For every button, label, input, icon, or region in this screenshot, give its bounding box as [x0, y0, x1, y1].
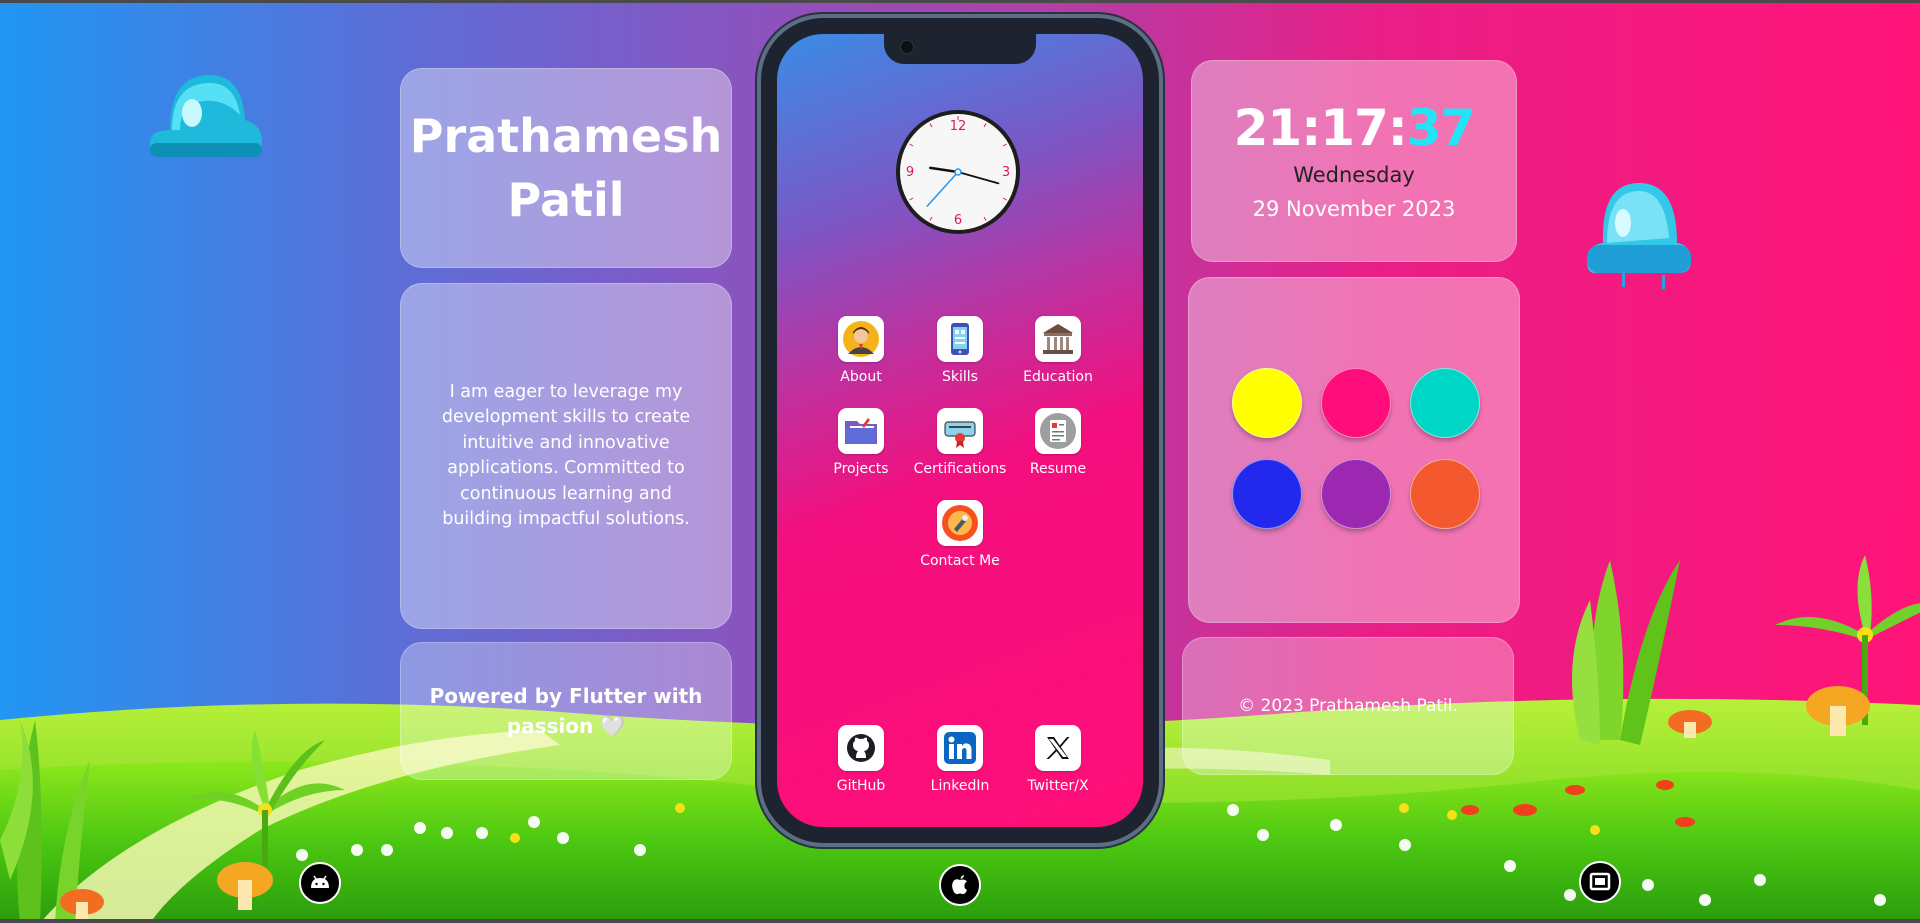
name-last: Patil — [507, 173, 625, 227]
bio-card: I am eager to leverage my development sk… — [400, 283, 732, 629]
app-skills[interactable]: Skills — [910, 316, 1010, 385]
name-card: Prathamesh Patil — [400, 68, 732, 268]
powered-by-card: Powered by Flutter with passion 🤍 — [400, 642, 732, 780]
phone-notch — [884, 34, 1036, 64]
analog-clock: 12 3 6 9 — [896, 110, 1020, 234]
dock-label: Twitter/X — [1027, 778, 1089, 794]
phone-screen: 12 3 6 9 About Skills Education Projects… — [777, 34, 1143, 827]
bottom-border — [0, 919, 1920, 923]
folder-icon — [838, 408, 884, 454]
digital-time: 21:17:37 — [1192, 99, 1516, 157]
color-swatch-teal[interactable] — [1410, 368, 1480, 438]
app-label: Skills — [942, 369, 978, 385]
app-resume[interactable]: Resume — [1008, 408, 1108, 477]
phone-frame: 12 3 6 9 About Skills Education Projects… — [761, 18, 1159, 843]
dock-github[interactable]: GitHub — [811, 725, 911, 794]
github-icon — [838, 725, 884, 771]
clock-numeral-9: 9 — [906, 165, 914, 180]
app-label: Resume — [1029, 461, 1087, 477]
dock-twitter-x[interactable]: Twitter/X — [1008, 725, 1108, 794]
color-swatch-yellow[interactable] — [1232, 368, 1302, 438]
name-first: Prathamesh — [409, 109, 723, 163]
app-label: Certifications — [913, 461, 1007, 477]
certificate-icon — [937, 408, 983, 454]
color-swatch-purple[interactable] — [1321, 459, 1391, 529]
user-avatar-icon — [838, 316, 884, 362]
app-projects[interactable]: Projects — [811, 408, 911, 477]
color-swatch-orange[interactable] — [1410, 459, 1480, 529]
resume-icon — [1035, 408, 1081, 454]
theme-color-picker — [1188, 277, 1520, 623]
apple-icon[interactable] — [939, 864, 981, 906]
app-label: Projects — [833, 461, 889, 477]
linkedin-icon — [937, 725, 983, 771]
app-about[interactable]: About — [811, 316, 911, 385]
phone-skills-icon — [937, 316, 983, 362]
clock-numeral-12: 12 — [950, 119, 967, 134]
bio-text: I am eager to leverage my development sk… — [441, 381, 691, 530]
camera-icon — [900, 40, 914, 54]
date-text: 29 November 2023 — [1252, 197, 1456, 221]
institution-icon — [1035, 316, 1081, 362]
time-card: 21:17:37 Wednesday 29 November 2023 — [1191, 60, 1517, 262]
color-swatch-pink[interactable] — [1321, 368, 1391, 438]
dock-label: GitHub — [836, 778, 886, 794]
clock-numeral-6: 6 — [954, 213, 962, 228]
dock-linkedin[interactable]: LinkedIn — [910, 725, 1010, 794]
time-seconds: 37 — [1406, 99, 1476, 157]
color-swatch-blue[interactable] — [1232, 459, 1302, 529]
day-name: Wednesday — [1293, 163, 1415, 187]
x-icon — [1035, 725, 1081, 771]
time-hours-minutes: 21:17: — [1233, 99, 1408, 157]
copyright-card: © 2023 Prathamesh Patil. — [1182, 637, 1514, 775]
clock-numeral-3: 3 — [1002, 165, 1010, 180]
app-label: Contact Me — [920, 553, 1000, 569]
contact-icon — [937, 500, 983, 546]
copyright-text: © 2023 Prathamesh Patil. — [1238, 696, 1458, 716]
android-icon[interactable] — [299, 862, 341, 904]
windows-icon[interactable] — [1579, 861, 1621, 903]
app-label: Education — [1023, 369, 1093, 385]
app-education[interactable]: Education — [1008, 316, 1108, 385]
dock-label: LinkedIn — [930, 778, 990, 794]
app-label: About — [840, 369, 882, 385]
app-contact-me[interactable]: Contact Me — [910, 500, 1010, 569]
app-certifications[interactable]: Certifications — [910, 408, 1010, 477]
powered-by-text: Powered by Flutter with passion 🤍 — [429, 684, 703, 738]
